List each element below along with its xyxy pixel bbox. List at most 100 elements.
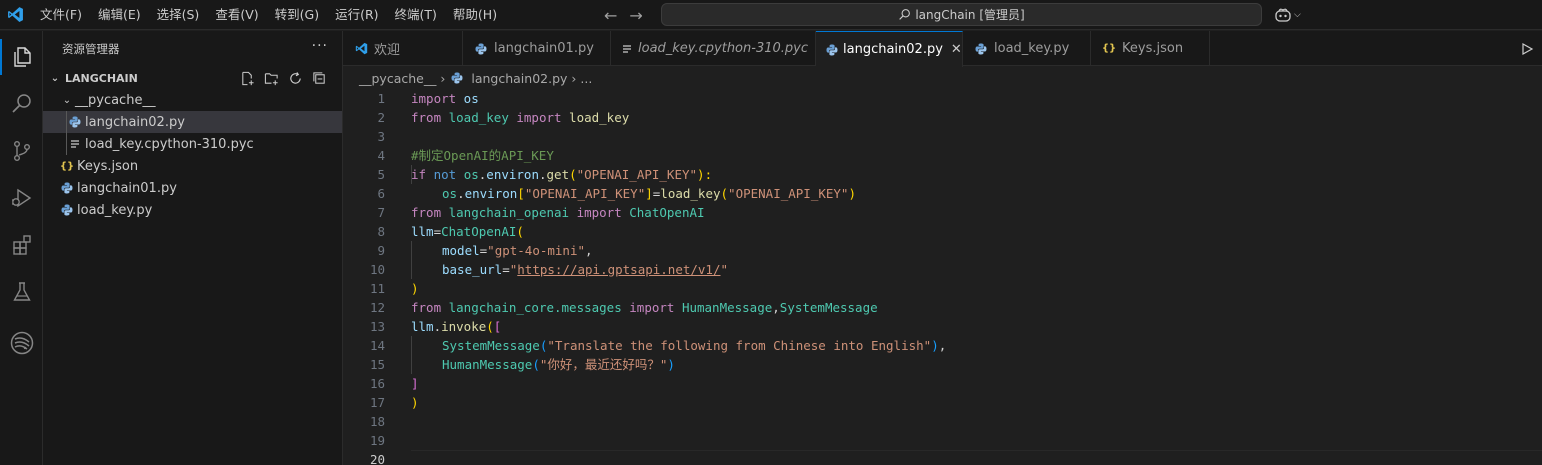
play-icon: [1522, 42, 1534, 55]
code-line: 9 model="gpt-4o-mini",: [343, 241, 1542, 260]
testing-icon[interactable]: [0, 270, 43, 314]
code-line: 16 ]: [343, 374, 1542, 393]
line-number: 17: [369, 395, 385, 410]
explorer-actions: [238, 69, 328, 87]
tab-label: 欢迎: [374, 43, 401, 58]
line-number: 1: [377, 91, 385, 106]
refresh-icon[interactable]: [286, 69, 304, 87]
tab-langchain02[interactable]: langchain02.py ✕: [816, 31, 963, 67]
tree-item-label: Keys.json: [77, 158, 139, 174]
tab-label: langchain02.py: [843, 42, 943, 57]
line-number: 14: [369, 338, 385, 353]
code-editor[interactable]: 1 import os 2 from load_key import load_…: [343, 89, 1542, 465]
new-folder-icon[interactable]: [262, 69, 280, 87]
python-file-icon: [67, 114, 83, 130]
chevron-down-icon: ⌵: [1294, 10, 1301, 20]
breadcrumb-file[interactable]: langchain02.py: [471, 71, 567, 86]
code-line: 6 os.environ["OPENAI_API_KEY"]=load_key(…: [343, 184, 1542, 203]
line-number: 12: [369, 300, 385, 315]
tree-item-langchain02[interactable]: langchain02.py: [43, 111, 342, 133]
vscode-logo-icon: [353, 41, 369, 57]
code-line: 13 llm.invoke([: [343, 317, 1542, 336]
explorer-icon[interactable]: [0, 35, 43, 79]
url-link[interactable]: https://api.gptsapi.net/v1/: [517, 262, 720, 277]
menu-view[interactable]: 查看(V): [207, 0, 266, 30]
indent-guide: [66, 111, 67, 133]
chevron-right-icon: ›: [571, 70, 577, 86]
tree-item-label: langchain02.py: [85, 114, 185, 130]
tab-load-key-pyc[interactable]: load_key.cpython-310.pyc: [611, 31, 816, 66]
tab-load-key[interactable]: load_key.py: [963, 31, 1091, 66]
code-line: 18: [343, 412, 1542, 431]
back-arrow-icon[interactable]: ←: [604, 6, 617, 25]
menu-help[interactable]: 帮助(H): [445, 0, 505, 30]
tab-label: load_key.py: [994, 41, 1070, 56]
code-line: 14 SystemMessage("Translate the followin…: [343, 336, 1542, 355]
line-number: 7: [377, 205, 385, 220]
source-control-icon[interactable]: [0, 129, 43, 173]
close-icon[interactable]: ✕: [951, 42, 962, 57]
menu-go[interactable]: 转到(G): [267, 0, 327, 30]
line-number: 3: [377, 129, 385, 144]
line-number: 13: [369, 319, 385, 334]
code-comment: #制定OpenAI的API_KEY: [411, 148, 554, 163]
indent-guide: [66, 133, 67, 155]
search-icon[interactable]: [0, 82, 43, 126]
tree-item-label: load_key.py: [77, 202, 153, 218]
search-icon: [899, 9, 911, 20]
line-number: 9: [377, 243, 385, 258]
code-line: 3: [343, 127, 1542, 146]
tab-keys-json[interactable]: {} Keys.json: [1091, 31, 1210, 66]
code-line: 11 ): [343, 279, 1542, 298]
chevron-down-icon: ⌄: [50, 72, 60, 84]
command-center-search[interactable]: langChain [管理员]: [661, 3, 1262, 26]
remote-icon[interactable]: [0, 321, 43, 365]
tree-item-keys-json[interactable]: {} Keys.json: [43, 155, 342, 177]
tree-folder-pycache[interactable]: ⌄ __pycache__: [43, 89, 342, 111]
line-number: 11: [369, 281, 385, 296]
menu-edit[interactable]: 编辑(E): [90, 0, 149, 30]
vscode-logo-icon[interactable]: [2, 0, 28, 30]
python-file-icon: [59, 202, 75, 218]
breadcrumb-symbol[interactable]: ...: [580, 71, 592, 86]
tree-item-langchain01[interactable]: langchain01.py: [43, 177, 342, 199]
workspace-section-header[interactable]: ⌄ LANGCHAIN: [43, 67, 342, 89]
menu-selection[interactable]: 选择(S): [149, 0, 208, 30]
chevron-right-icon: ›: [440, 70, 446, 86]
run-debug-icon[interactable]: [0, 176, 43, 220]
menu-file[interactable]: 文件(F): [32, 0, 90, 30]
tree-item-label: __pycache__: [75, 92, 156, 108]
tree-item-load-key-py[interactable]: load_key.py: [43, 199, 342, 221]
tree-item-load-key-pyc[interactable]: load_key.cpython-310.pyc: [43, 133, 342, 155]
line-number: 8: [377, 224, 385, 239]
more-actions-icon[interactable]: ···: [312, 38, 328, 54]
tab-welcome[interactable]: 欢迎: [343, 31, 463, 66]
python-file-icon: [973, 41, 989, 57]
run-python-file-button[interactable]: [1512, 31, 1542, 66]
code-line: 15 HumanMessage("你好，最近还好吗？"): [343, 355, 1542, 374]
forward-arrow-icon[interactable]: →: [629, 6, 642, 25]
python-file-icon: [826, 42, 838, 58]
new-file-icon[interactable]: [238, 69, 256, 87]
json-file-icon: {}: [1101, 43, 1117, 54]
tab-label: load_key.cpython-310.pyc: [638, 41, 808, 56]
tree-item-label: load_key.cpython-310.pyc: [85, 136, 254, 152]
collapse-all-icon[interactable]: [310, 69, 328, 87]
tab-langchain01[interactable]: langchain01.py: [463, 31, 611, 66]
explorer-header: 资源管理器 ···: [43, 31, 342, 67]
breadcrumb-folder[interactable]: __pycache__: [359, 71, 436, 86]
code-line: 19: [343, 431, 1542, 450]
chevron-down-icon: ⌄: [62, 94, 72, 106]
code-line: 8 llm=ChatOpenAI(: [343, 222, 1542, 241]
menu-run[interactable]: 运行(R): [327, 0, 386, 30]
line-number: 15: [369, 357, 385, 372]
python-file-icon: [449, 70, 465, 86]
menu-terminal[interactable]: 终端(T): [387, 0, 445, 30]
workspace-name: LANGCHAIN: [65, 71, 138, 85]
breadcrumb: __pycache__ › langchain02.py › ...: [343, 67, 592, 89]
line-number: 19: [369, 433, 385, 448]
tab-label: Keys.json: [1122, 41, 1184, 56]
extensions-icon[interactable]: [0, 223, 43, 267]
python-file-icon: [473, 41, 489, 57]
copilot-button[interactable]: ⌵: [1274, 5, 1301, 25]
